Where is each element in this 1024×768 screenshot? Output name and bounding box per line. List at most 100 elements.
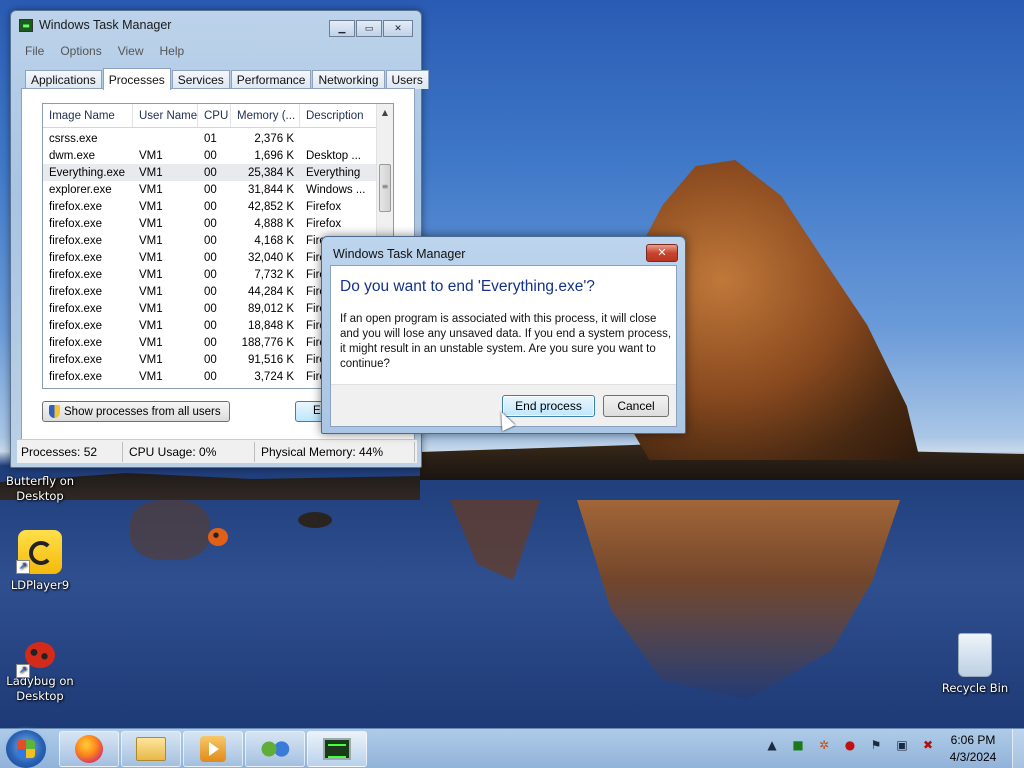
taskbar: ▲ ■ ✲ ● ⚑ ▣ ✖ 6:06 PM 4/3/2024	[0, 728, 1024, 768]
taskbar-network[interactable]	[245, 731, 305, 767]
table-row[interactable]: dwm.exe VM1 00 1,696 K Desktop ...	[43, 147, 377, 164]
cell-memory: 18,848 K	[247, 319, 294, 332]
cell-description: Everything	[306, 166, 361, 179]
network-tray-icon[interactable]: ▣	[894, 737, 910, 753]
cell-image-name: firefox.exe	[49, 370, 103, 383]
tab-performance[interactable]: Performance	[230, 70, 312, 89]
table-row[interactable]: csrss.exe 01 2,376 K	[43, 130, 377, 147]
action-center-flag-icon[interactable]: ⚑	[868, 737, 884, 753]
cell-memory: 3,724 K	[254, 370, 294, 383]
desktop-icon-butterfly[interactable]: Butterfly on Desktop	[0, 474, 80, 504]
table-row[interactable]: explorer.exe VM1 00 31,844 K Windows ...	[43, 181, 377, 198]
close-button[interactable]: ✕	[383, 20, 413, 37]
cell-description: Desktop ...	[306, 149, 361, 162]
cell-cpu: 00	[204, 234, 217, 247]
task-manager-icon	[323, 738, 351, 760]
table-row[interactable]: firefox.exe VM1 00 42,852 K Firefox	[43, 198, 377, 215]
desktop-icon-label: LDPlayer9	[10, 578, 70, 592]
ladybug-tray-icon[interactable]: ●	[842, 737, 858, 753]
windows-explorer-icon	[136, 737, 166, 761]
table-row[interactable]: Everything.exe VM1 00 25,384 K Everything	[43, 164, 377, 181]
cell-memory: 7,732 K	[254, 268, 294, 281]
column-image-name[interactable]: Image Name	[43, 104, 133, 127]
taskbar-task-manager[interactable]	[307, 731, 367, 767]
wallpaper-stone	[298, 512, 332, 528]
menu-help[interactable]: Help	[152, 44, 193, 58]
maximize-button[interactable]: ▭	[356, 20, 382, 37]
show-all-label: Show processes from all users	[64, 405, 221, 418]
wallpaper-reflection-left	[130, 500, 210, 560]
clock[interactable]: 6:06 PM 4/3/2024	[942, 732, 1004, 766]
task-manager-tray-icon[interactable]: ■	[790, 737, 806, 753]
scroll-thumb[interactable]: ≡	[379, 164, 391, 212]
volume-muted-icon[interactable]: ✖	[920, 737, 936, 753]
cell-user-name: VM1	[139, 268, 163, 281]
clock-time: 6:06 PM	[950, 733, 996, 747]
tab-networking[interactable]: Networking	[312, 70, 385, 89]
window-controls: ▁ ▭ ✕	[329, 20, 413, 37]
taskbar-firefox[interactable]	[59, 731, 119, 767]
column-memory[interactable]: Memory (...	[231, 104, 300, 127]
status-cpu-usage: CPU Usage: 0%	[123, 441, 255, 462]
menu-file[interactable]: File	[17, 44, 52, 58]
column-user-name[interactable]: User Name	[133, 104, 198, 127]
taskbar-explorer[interactable]	[121, 731, 181, 767]
status-bar: Processes: 52 CPU Usage: 0% Physical Mem…	[17, 439, 417, 463]
cell-cpu: 00	[204, 353, 217, 366]
cell-image-name: csrss.exe	[49, 132, 98, 145]
desktop-icon-label: Ladybug on Desktop	[6, 674, 74, 703]
cell-memory: 91,516 K	[247, 353, 294, 366]
cancel-button[interactable]: Cancel	[603, 395, 669, 417]
cell-image-name: firefox.exe	[49, 268, 103, 281]
tab-applications[interactable]: Applications	[25, 70, 102, 89]
tab-services[interactable]: Services	[171, 70, 230, 89]
cell-image-name: dwm.exe	[49, 149, 96, 162]
column-description[interactable]: Description	[300, 104, 379, 127]
end-process-dialog: Windows Task Manager ✕ Do you want to en…	[321, 236, 686, 434]
cell-cpu: 00	[204, 217, 217, 230]
menu-view[interactable]: View	[110, 44, 152, 58]
status-processes: Processes: 52	[17, 441, 123, 462]
notification-area: ▲ ■ ✲ ● ⚑ ▣ ✖	[764, 737, 946, 753]
cell-image-name: firefox.exe	[49, 302, 103, 315]
column-cpu[interactable]: CPU	[198, 104, 231, 127]
cell-user-name: VM1	[139, 183, 163, 196]
cell-cpu: 00	[204, 370, 217, 383]
cell-memory: 32,040 K	[247, 251, 294, 264]
tab-strip: Applications Processes Services Performa…	[25, 67, 430, 90]
menu-options[interactable]: Options	[52, 44, 109, 58]
start-button[interactable]	[6, 730, 46, 768]
cell-cpu: 00	[204, 336, 217, 349]
tab-users[interactable]: Users	[385, 70, 429, 89]
cell-cpu: 00	[204, 302, 217, 315]
desktop-icon-recycle-bin[interactable]: Recycle Bin	[935, 633, 1015, 696]
cell-user-name: VM1	[139, 302, 163, 315]
task-manager-app-icon: ▬	[19, 18, 33, 32]
show-desktop-button[interactable]	[1012, 729, 1024, 768]
cell-user-name: VM1	[139, 336, 163, 349]
tab-processes[interactable]: Processes	[102, 68, 171, 90]
window-title: Windows Task Manager	[39, 18, 172, 32]
taskbar-media-player[interactable]	[183, 731, 243, 767]
cell-image-name: firefox.exe	[49, 200, 103, 213]
dialog-title: Windows Task Manager	[333, 247, 466, 261]
minimize-button[interactable]: ▁	[329, 20, 355, 37]
cell-image-name: Everything.exe	[49, 166, 126, 179]
desktop-icon-ldplayer[interactable]: ↗ LDPlayer9	[0, 530, 80, 593]
cell-cpu: 00	[204, 251, 217, 264]
cell-description: Windows ...	[306, 183, 366, 196]
table-row[interactable]: firefox.exe VM1 00 4,888 K Firefox	[43, 215, 377, 232]
dialog-close-button[interactable]: ✕	[646, 244, 678, 262]
recycle-bin-icon	[958, 633, 992, 677]
end-process-confirm-button[interactable]: End process	[502, 395, 595, 417]
show-all-processes-button[interactable]: Show processes from all users	[42, 401, 230, 422]
cell-memory: 1,696 K	[254, 149, 294, 162]
cell-user-name: VM1	[139, 251, 163, 264]
firefox-icon	[75, 735, 103, 763]
show-hidden-icons-icon[interactable]: ▲	[764, 737, 780, 753]
butterfly-tray-icon[interactable]: ✲	[816, 737, 832, 753]
cell-user-name: VM1	[139, 319, 163, 332]
desktop-icon-ladybug[interactable]: ↗ Ladybug on Desktop	[0, 642, 80, 704]
scroll-up-icon[interactable]: ▲	[377, 104, 393, 121]
cell-cpu: 00	[204, 166, 217, 179]
